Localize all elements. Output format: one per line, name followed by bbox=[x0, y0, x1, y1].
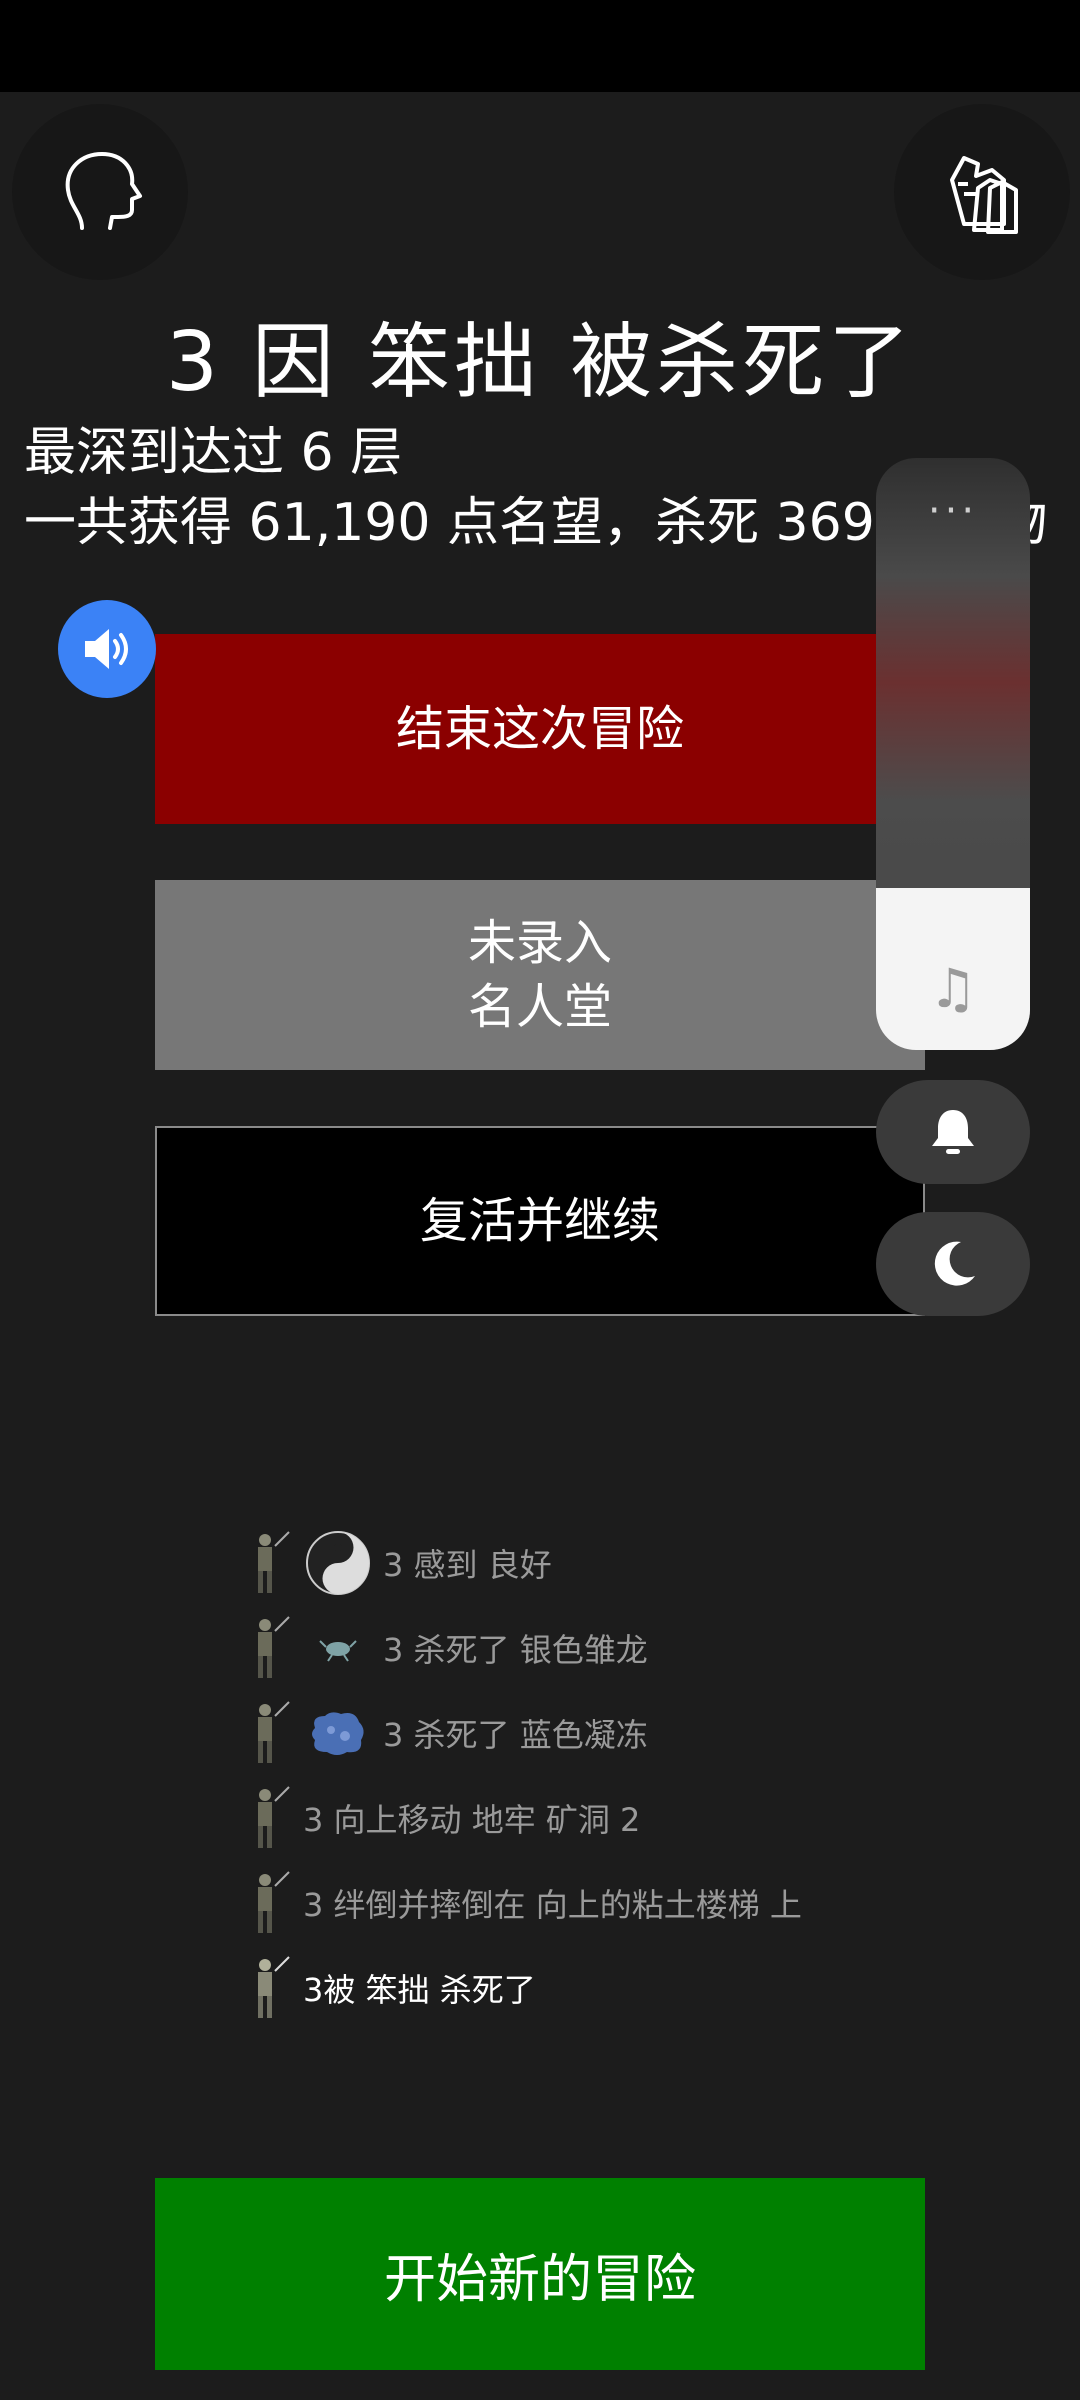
moon-icon bbox=[934, 1241, 975, 1286]
head-profile-icon bbox=[65, 152, 142, 230]
log-text: 3 杀死了 银色雏龙 bbox=[383, 1630, 648, 1669]
message-log: 3 感到 良好 3 杀死了 银色雏龙 3 杀死了 蓝色凝冻 3 向上移动 地牢 … bbox=[245, 1520, 965, 2030]
log-entry: 3 向上移动 地牢 矿洞 2 bbox=[245, 1775, 965, 1860]
status-bar bbox=[0, 0, 1080, 92]
player-avatar-icon bbox=[258, 1870, 290, 1933]
new-adventure-button[interactable]: 开始新的冒险 bbox=[155, 2178, 925, 2370]
yin-yang-icon bbox=[303, 1528, 373, 1598]
player-avatar-icon bbox=[258, 1955, 290, 2018]
end-adventure-button[interactable]: 结束这次冒险 bbox=[155, 634, 925, 824]
silver-dragon-icon bbox=[303, 1613, 373, 1683]
log-entry: 3被 笨拙 杀死了 bbox=[245, 1945, 965, 2030]
volume-slider-panel[interactable]: ··· ♫ bbox=[876, 458, 1030, 1050]
log-text: 3被 笨拙 杀死了 bbox=[303, 1970, 536, 2009]
hall-of-fame-line2: 名人堂 bbox=[467, 979, 612, 1035]
log-text: 3 绊倒并摔倒在 向上的粘土楼梯 上 bbox=[303, 1885, 802, 1924]
inventory-hands-button[interactable] bbox=[894, 104, 1070, 280]
log-entry: 3 绊倒并摔倒在 向上的粘土楼梯 上 bbox=[245, 1860, 965, 1945]
more-options-icon[interactable]: ··· bbox=[876, 488, 1030, 534]
bell-icon bbox=[932, 1110, 974, 1154]
player-avatar-icon bbox=[258, 1615, 290, 1678]
hands-icon bbox=[950, 156, 1018, 234]
player-avatar-icon bbox=[258, 1530, 290, 1593]
ring-mode-button[interactable] bbox=[876, 1080, 1030, 1184]
log-entry: 3 杀死了 蓝色凝冻 bbox=[245, 1690, 965, 1775]
log-entry: 3 杀死了 银色雏龙 bbox=[245, 1605, 965, 1690]
blue-jelly-icon bbox=[303, 1698, 373, 1768]
hall-of-fame-line1: 未录入 bbox=[467, 915, 612, 971]
log-text: 3 感到 良好 bbox=[383, 1545, 552, 1584]
log-text: 3 向上移动 地牢 矿洞 2 bbox=[303, 1800, 641, 1839]
player-avatar-icon bbox=[258, 1700, 290, 1763]
log-text: 3 杀死了 蓝色凝冻 bbox=[383, 1715, 648, 1754]
sound-toggle-button[interactable] bbox=[58, 600, 156, 698]
death-title: 3 因 笨拙 被杀死了 bbox=[165, 315, 915, 410]
music-note-icon: ♫ bbox=[928, 957, 978, 1020]
revive-continue-button[interactable]: 复活并继续 bbox=[155, 1126, 925, 1316]
speaker-icon bbox=[85, 629, 128, 669]
character-head-button[interactable] bbox=[12, 104, 188, 280]
do-not-disturb-button[interactable] bbox=[876, 1212, 1030, 1316]
deepest-level-text: 最深到达过 6 层 bbox=[24, 423, 403, 483]
hall-of-fame-button[interactable]: 未录入 名人堂 bbox=[155, 880, 925, 1070]
player-avatar-icon bbox=[258, 1785, 290, 1848]
log-entry: 3 感到 良好 bbox=[245, 1520, 965, 1605]
